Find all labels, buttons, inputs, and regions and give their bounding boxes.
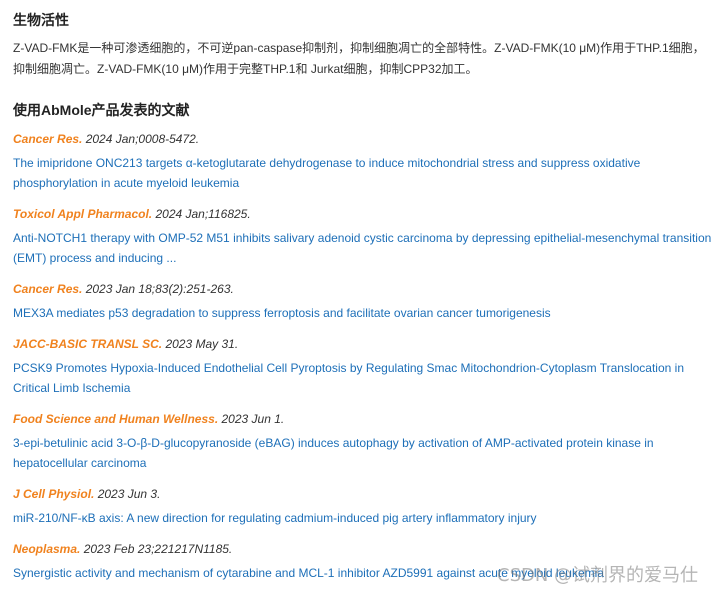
publication-item: JACC-BASIC TRANSL SC. 2023 May 31. PCSK9… — [13, 335, 713, 410]
citation-details: 2023 Jun 1. — [218, 412, 285, 426]
publication-item: J Cell Physiol. 2023 Jun 3. miR-210/NF-κ… — [13, 485, 713, 540]
article-title-link[interactable]: miR-210/NF-κB axis: A new direction for … — [13, 508, 713, 528]
bioactivity-line-2: 抑制细胞凋亡。Z-VAD-FMK(10 μM)作用于完整THP.1和 Jurka… — [13, 62, 478, 76]
publication-item: Cancer Res. 2024 Jan;0008-5472. The imip… — [13, 130, 713, 205]
journal-link[interactable]: Cancer Res. — [13, 282, 82, 296]
article-title-line: The imipridone ONC213 targets α-ketoglut… — [13, 156, 641, 170]
publication-citation: JACC-BASIC TRANSL SC. 2023 May 31. — [13, 335, 713, 353]
article-title-line: 3-epi-betulinic acid 3-O-β-D-glucopyrano… — [13, 436, 654, 450]
article-title-line: PCSK9 Promotes Hypoxia-Induced Endotheli… — [13, 361, 684, 375]
article-title-link[interactable]: The imipridone ONC213 targets α-ketoglut… — [13, 153, 713, 193]
publication-citation: Food Science and Human Wellness. 2023 Ju… — [13, 410, 713, 428]
publication-item: Toxicol Appl Pharmacol. 2024 Jan;116825.… — [13, 205, 713, 280]
bioactivity-line-1: Z-VAD-FMK是一种可渗透细胞的，不可逆pan-caspase抑制剂，抑制细… — [13, 41, 705, 55]
article-title-link[interactable]: MEX3A mediates p53 degradation to suppre… — [13, 303, 713, 323]
article-title-line: hepatocellular carcinoma — [13, 456, 147, 470]
publication-citation: J Cell Physiol. 2023 Jun 3. — [13, 485, 713, 503]
publication-citation: Toxicol Appl Pharmacol. 2024 Jan;116825. — [13, 205, 713, 223]
citation-details: 2023 May 31. — [162, 337, 239, 351]
article-title-line: Critical Limb Ischemia — [13, 381, 131, 395]
article-title-link[interactable]: Anti-NOTCH1 therapy with OMP-52 M51 inhi… — [13, 228, 713, 268]
article-title-link[interactable]: PCSK9 Promotes Hypoxia-Induced Endotheli… — [13, 358, 713, 398]
citation-details: 2023 Jun 3. — [94, 487, 161, 501]
journal-link[interactable]: JACC-BASIC TRANSL SC. — [13, 337, 162, 351]
publication-citation: Cancer Res. 2024 Jan;0008-5472. — [13, 130, 713, 148]
journal-link[interactable]: Cancer Res. — [13, 132, 82, 146]
publication-citation: Cancer Res. 2023 Jan 18;83(2):251-263. — [13, 280, 713, 298]
publication-item: Food Science and Human Wellness. 2023 Ju… — [13, 410, 713, 485]
article-title-line: (EMT) process and inducing ... — [13, 251, 177, 265]
publications-heading: 使用AbMole产品发表的文献 — [13, 102, 190, 118]
article-title-line: Anti-NOTCH1 therapy with OMP-52 M51 inhi… — [13, 231, 712, 245]
bioactivity-heading: 生物活性 — [13, 12, 69, 28]
citation-details: 2024 Jan;116825. — [152, 207, 251, 221]
citation-details: 2023 Jan 18;83(2):251-263. — [82, 282, 234, 296]
journal-link[interactable]: Toxicol Appl Pharmacol. — [13, 207, 152, 221]
publication-list: Cancer Res. 2024 Jan;0008-5472. The imip… — [13, 130, 713, 592]
article-title-line: phosphorylation in acute myeloid leukemi… — [13, 176, 240, 190]
journal-link[interactable]: J Cell Physiol. — [13, 487, 94, 501]
bioactivity-description: Z-VAD-FMK是一种可渗透细胞的，不可逆pan-caspase抑制剂，抑制细… — [13, 38, 713, 80]
article-title-line: MEX3A mediates p53 degradation to suppre… — [13, 306, 551, 320]
article-title-link[interactable]: 3-epi-betulinic acid 3-O-β-D-glucopyrano… — [13, 433, 713, 473]
citation-details: 2023 Feb 23;221217N1185. — [80, 542, 233, 556]
journal-link[interactable]: Food Science and Human Wellness. — [13, 412, 218, 426]
publication-citation: Neoplasma. 2023 Feb 23;221217N1185. — [13, 540, 713, 558]
journal-link[interactable]: Neoplasma. — [13, 542, 80, 556]
citation-details: 2024 Jan;0008-5472. — [82, 132, 200, 146]
publication-item: Cancer Res. 2023 Jan 18;83(2):251-263. M… — [13, 280, 713, 335]
csdn-watermark: CSDN @试剂界的爱马仕 — [497, 565, 699, 586]
article-title-line: miR-210/NF-κB axis: A new direction for … — [13, 511, 537, 525]
